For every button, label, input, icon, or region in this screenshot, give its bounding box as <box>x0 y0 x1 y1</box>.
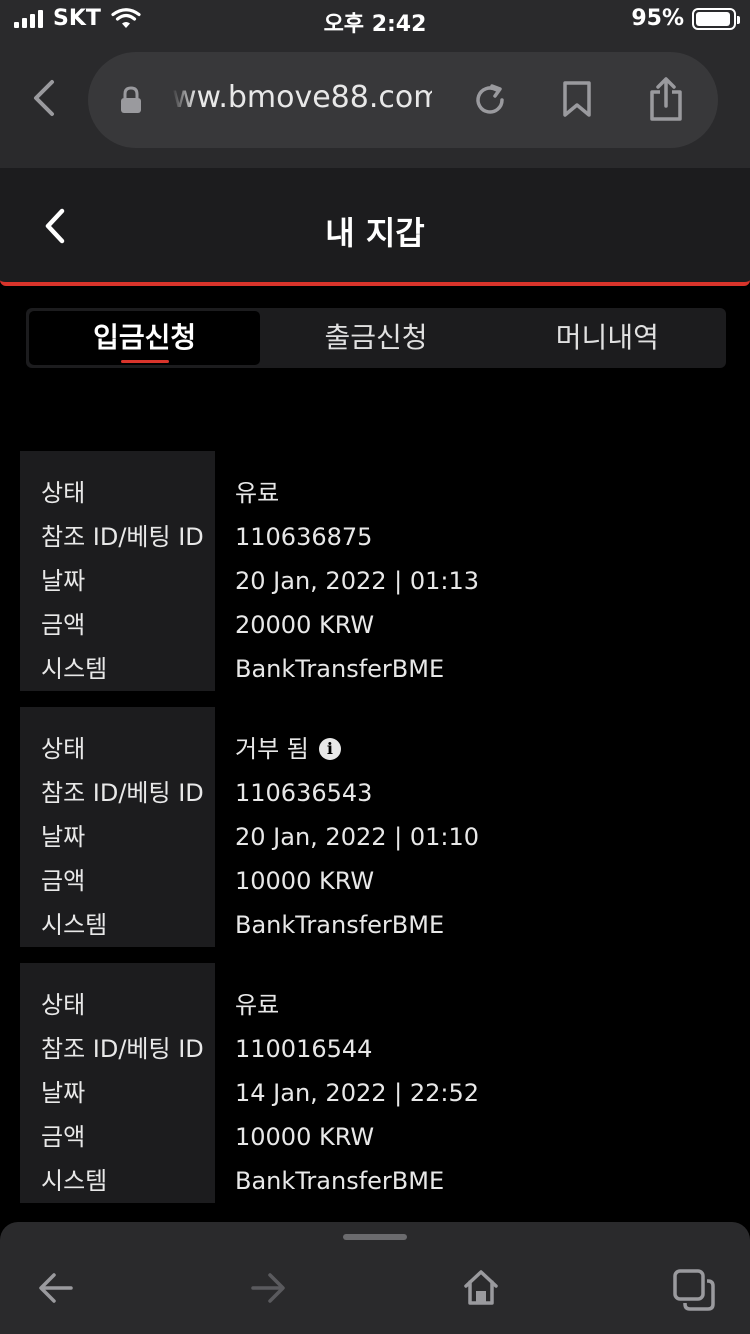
ref-id-value: 110636875 <box>235 523 373 551</box>
status-value: 유료 <box>235 983 279 1027</box>
url-text[interactable]: ww.bmove88.com <box>172 80 432 115</box>
ref-id-value: 110636543 <box>235 779 373 807</box>
status-text: 거부 됨 <box>235 735 309 763</box>
battery-percent: 95% <box>631 6 684 31</box>
ref-id-label: 참조 ID/베팅 ID <box>41 1035 204 1063</box>
app-header: 내 지갑 <box>0 168 750 286</box>
ref-id-label: 참조 ID/베팅 ID <box>41 779 204 807</box>
status-right: 95% <box>631 6 740 31</box>
battery-fill <box>696 11 731 26</box>
tab-deposit[interactable]: 입금신청 <box>29 311 261 365</box>
address-bar[interactable]: ww.bmove88.com <box>88 52 718 148</box>
page-title: 내 지갑 <box>325 214 425 252</box>
tabs-icon[interactable] <box>672 1268 716 1312</box>
share-icon[interactable] <box>648 76 684 122</box>
home-icon[interactable] <box>462 1268 500 1306</box>
amount-label: 금액 <box>41 867 86 895</box>
bookmark-icon[interactable] <box>562 80 592 118</box>
status-bar: SKT 오후 2:42 95% <box>0 0 750 40</box>
system-label: 시스템 <box>41 1167 108 1195</box>
system-label: 시스템 <box>41 911 108 939</box>
status-label: 상태 <box>41 991 86 1019</box>
amount-label: 금액 <box>41 611 86 639</box>
status-value: 거부 됨 i <box>235 727 341 771</box>
status-label: 상태 <box>41 479 86 507</box>
browser-toolbar: ww.bmove88.com <box>0 40 750 168</box>
status-label: 상태 <box>41 735 86 763</box>
status-value: 유료 <box>235 471 279 515</box>
system-value: BankTransferBME <box>235 1167 445 1195</box>
system-value: BankTransferBME <box>235 911 445 939</box>
date-value: 14 Jan, 2022 | 22:52 <box>235 1079 480 1107</box>
amount-label: 금액 <box>41 1123 86 1151</box>
back-arrow-icon[interactable] <box>38 1270 74 1306</box>
browser-back-icon[interactable] <box>26 78 66 118</box>
wallet-tabs: 입금신청 출금신청 머니내역 <box>26 308 726 368</box>
date-label: 날짜 <box>41 567 86 595</box>
amount-value: 10000 KRW <box>235 867 375 895</box>
grabber-handle[interactable] <box>343 1234 407 1240</box>
tab-withdraw[interactable]: 출금신청 <box>260 311 491 365</box>
transaction-record: 상태 참조 ID/베팅 ID 날짜 금액 시스템 유료 110636875 20… <box>20 451 730 691</box>
browser-bottom-toolbar <box>0 1222 750 1334</box>
reload-icon[interactable] <box>472 82 508 118</box>
status-text: 유료 <box>235 479 280 507</box>
lock-icon <box>121 86 141 113</box>
info-icon[interactable]: i <box>318 738 341 760</box>
battery-icon <box>692 7 740 30</box>
amount-value: 20000 KRW <box>235 611 375 639</box>
date-label: 날짜 <box>41 823 86 851</box>
date-value: 20 Jan, 2022 | 01:13 <box>235 567 480 595</box>
amount-value: 10000 KRW <box>235 1123 375 1151</box>
ref-id-value: 110016544 <box>235 1035 373 1063</box>
forward-arrow-icon[interactable] <box>250 1270 286 1306</box>
status-text: 유료 <box>235 991 280 1019</box>
system-value: BankTransferBME <box>235 655 445 683</box>
transaction-record: 상태 참조 ID/베팅 ID 날짜 금액 시스템 유료 110016544 14… <box>20 963 730 1203</box>
date-label: 날짜 <box>41 1079 86 1107</box>
tab-money-history[interactable]: 머니내역 <box>492 311 723 365</box>
date-value: 20 Jan, 2022 | 01:10 <box>235 823 480 851</box>
ref-id-label: 참조 ID/베팅 ID <box>41 523 204 551</box>
transaction-record: 상태 참조 ID/베팅 ID 날짜 금액 시스템 거부 됨 i 11063654… <box>20 707 730 947</box>
system-label: 시스템 <box>41 655 108 683</box>
